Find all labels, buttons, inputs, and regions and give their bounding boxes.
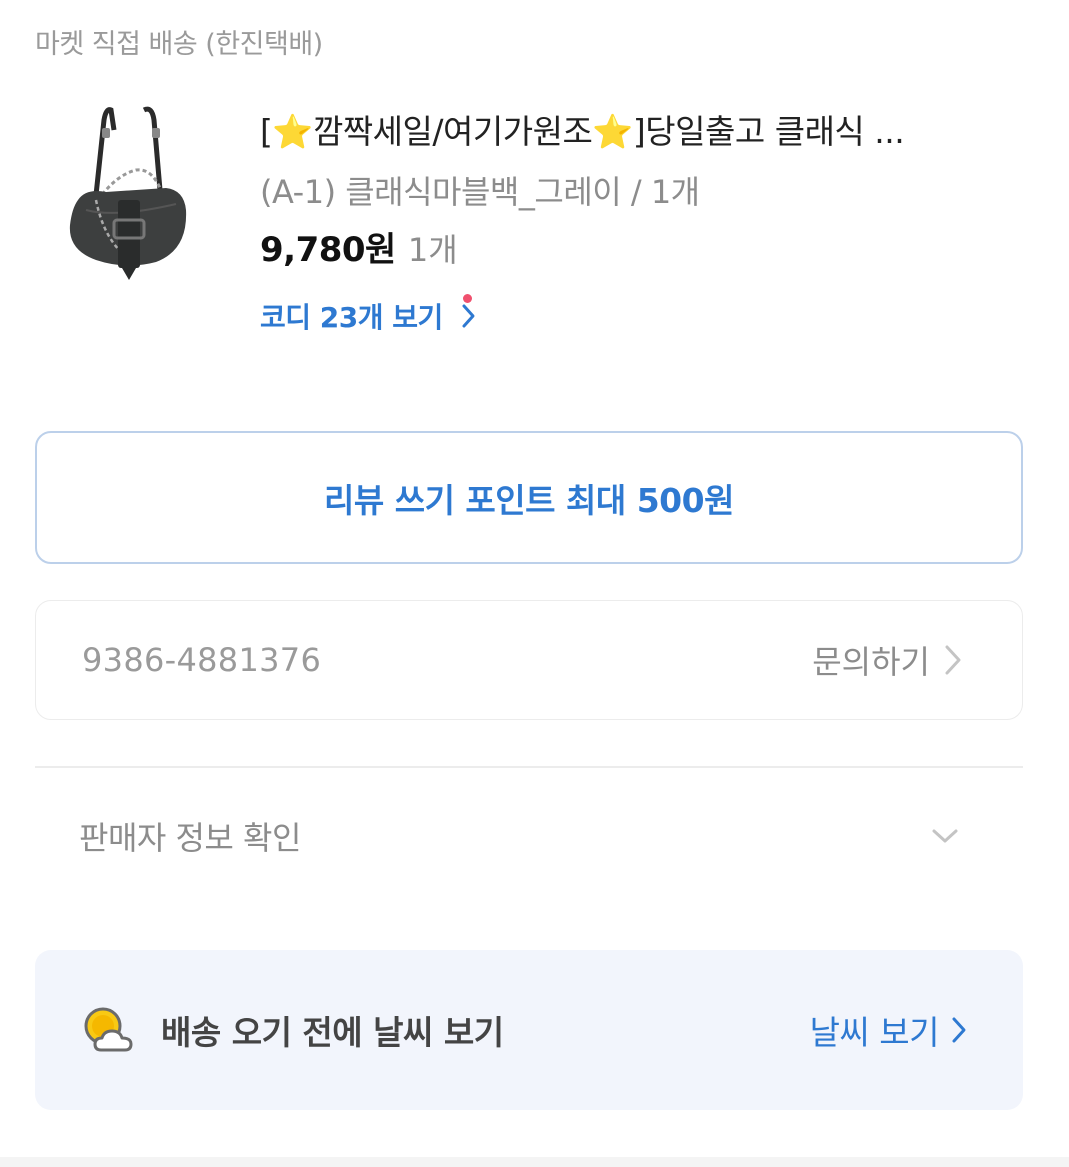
weather-text: 배송 오기 전에 날씨 보기 (161, 1013, 504, 1052)
weather-link-label: 날씨 보기 (809, 1013, 940, 1052)
new-notification-dot (463, 294, 472, 303)
shipping-method-label: 마켓 직접 배송 (한진택배) (35, 29, 323, 60)
chevron-right-icon (945, 645, 961, 675)
chevron-right-icon (462, 304, 475, 328)
inquiry-label: 문의하기 (812, 643, 930, 681)
product-option: (A-1) 클래식마블백_그레이 / 1개 (260, 173, 700, 211)
weather-link[interactable]: 날씨 보기 (810, 1006, 967, 1054)
seller-info-toggle[interactable]: 판매자 정보 확인 (35, 800, 1023, 872)
order-number-box: 9386-4881376 문의하기 (35, 600, 1023, 720)
product-price: 9,780원 (260, 230, 396, 270)
seller-info-label: 판매자 정보 확인 (79, 819, 301, 857)
order-detail-page: 마켓 직접 배송 (한진택배) [⭐깜짝세일/여기가원조⭐]당일출고 클래식 .… (0, 0, 1069, 1167)
bottom-separator (0, 1157, 1069, 1167)
weather-sun-cloud-icon (84, 1007, 133, 1052)
order-number: 9386-4881376 (82, 641, 322, 679)
weather-info: 배송 오기 전에 날씨 보기 (81, 1004, 504, 1056)
inquiry-button[interactable]: 문의하기 (812, 637, 962, 683)
price-row: 9,780원 1개 (260, 228, 1020, 272)
product-title[interactable]: [⭐깜짝세일/여기가원조⭐]당일출고 클래식 ... (260, 108, 960, 156)
codi-link-label: 코디 23개 보기 (260, 301, 443, 334)
product-thumbnail[interactable] (56, 100, 196, 285)
codi-link[interactable]: 코디 23개 보기 (260, 294, 477, 336)
section-divider (35, 766, 1023, 768)
chevron-down-icon (932, 829, 958, 843)
product-info: [⭐깜짝세일/여기가원조⭐]당일출고 클래식 ... (A-1) 클래식마블백_… (260, 108, 1020, 336)
write-review-label: 리뷰 쓰기 포인트 최대 500원 (324, 480, 734, 520)
write-review-button[interactable]: 리뷰 쓰기 포인트 최대 500원 (35, 431, 1023, 564)
chevron-right-icon (952, 1017, 966, 1043)
weather-banner: 배송 오기 전에 날씨 보기 날씨 보기 (35, 950, 1023, 1110)
product-quantity: 1개 (407, 231, 458, 269)
